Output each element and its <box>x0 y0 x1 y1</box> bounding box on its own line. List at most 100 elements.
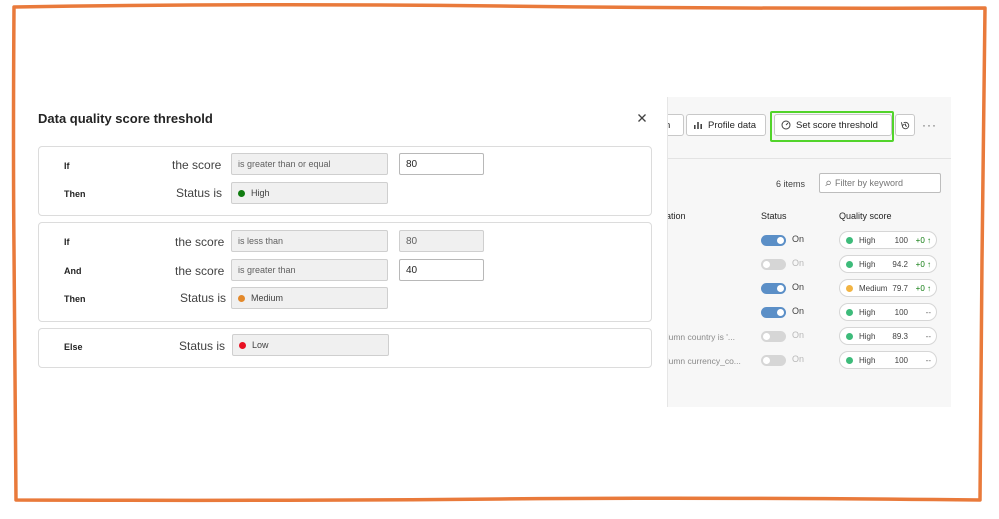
condition-text: is greater than or equal <box>238 159 331 169</box>
toggle-label: On <box>792 330 805 340</box>
status-text: Low <box>252 340 269 350</box>
score-trend: -- <box>925 308 931 317</box>
quality-score-badge: High 89.3 -- <box>839 327 937 345</box>
status-toggle[interactable] <box>761 235 786 246</box>
rule-keyword-if: If <box>64 161 70 171</box>
condition-select[interactable]: is greater than <box>231 259 388 281</box>
toggle-knob <box>777 237 784 244</box>
quality-score-badge: High 100 +0 ↑ <box>839 231 937 249</box>
table-row[interactable]: On High 100 -- <box>668 303 951 327</box>
score-level: High <box>859 260 876 269</box>
score-level-dot-icon <box>846 261 853 268</box>
condition-select[interactable]: is less than <box>231 230 388 252</box>
status-select-medium[interactable]: Medium <box>231 287 388 309</box>
status-select-high[interactable]: High <box>231 182 388 204</box>
score-trend: +0 ↑ <box>915 236 931 245</box>
toggle-label: On <box>792 234 805 244</box>
score-value-input[interactable]: 40 <box>399 259 484 281</box>
status-dot-icon <box>238 294 245 302</box>
rule-keyword-then: Then <box>64 189 86 199</box>
table-row[interactable]: On Medium 79.7 +0 ↑ <box>668 279 951 303</box>
table-row[interactable]: On High 94.2 +0 ↑ <box>668 255 951 279</box>
score-level-dot-icon <box>846 357 853 364</box>
highlight-box <box>770 111 894 142</box>
toggle-knob <box>763 333 770 340</box>
rule-label: Status is <box>180 291 227 305</box>
rule-label: the score <box>175 264 225 278</box>
status-dot-icon <box>238 189 245 197</box>
close-button[interactable] <box>633 109 651 127</box>
toggle-label: On <box>792 354 805 364</box>
status-toggle[interactable] <box>761 355 786 366</box>
toggle-label: On <box>792 306 805 316</box>
score-value: 80 <box>406 235 418 247</box>
score-level: Medium <box>859 284 888 293</box>
score-level-dot-icon <box>846 333 853 340</box>
more-options-icon[interactable]: ··· <box>922 118 937 132</box>
items-count: 6 items <box>776 179 806 189</box>
close-icon <box>638 114 646 122</box>
score-level: High <box>859 332 876 341</box>
score-threshold-dialog: Data quality score threshold If the scor… <box>20 97 665 407</box>
score-value: 80 <box>406 158 418 170</box>
screenshot-stage: { "dialog": { "title": "Data quality sco… <box>0 0 999 519</box>
status-toggle[interactable] <box>761 331 786 342</box>
toggle-knob <box>763 357 770 364</box>
score-level-dot-icon <box>846 309 853 316</box>
column-header-quality-score[interactable]: Quality score <box>839 211 892 221</box>
score-value-input-disabled: 80 <box>399 230 484 252</box>
status-select-low[interactable]: Low <box>232 334 389 356</box>
filter-search-icon <box>825 180 831 186</box>
toolbar: n Profile data Set score threshold ··· <box>668 97 951 159</box>
rule-card-medium: If the score is less than 80 And the sco… <box>38 222 652 322</box>
rule-label: Status is <box>179 339 226 353</box>
score-trend: +0 ↑ <box>915 284 931 293</box>
status-text: High <box>251 188 270 198</box>
profile-data-button[interactable]: Profile data <box>686 114 766 136</box>
score-value: 40 <box>406 264 418 276</box>
quality-score-badge: High 100 -- <box>839 351 937 369</box>
toggle-label: On <box>792 258 805 268</box>
partial-button-label: n <box>668 120 670 131</box>
quality-score-badge: Medium 79.7 +0 ↑ <box>839 279 937 297</box>
column-header-description[interactable]: ation <box>668 211 686 221</box>
rule-card-high: If the score is greater than or equal 80… <box>38 146 652 216</box>
profile-data-label: Profile data <box>708 119 757 131</box>
score-value-input[interactable]: 80 <box>399 153 484 175</box>
status-toggle[interactable] <box>761 259 786 270</box>
score-value: 100 <box>894 236 908 245</box>
rule-card-else: Else Status is Low <box>38 328 652 368</box>
condition-select[interactable]: is greater than or equal <box>231 153 388 175</box>
bar-chart-icon <box>694 122 702 129</box>
rule-label: the score <box>175 235 225 249</box>
rule-keyword-and: And <box>64 266 82 276</box>
score-value: 94.2 <box>892 260 908 269</box>
partial-button[interactable]: n <box>668 114 684 136</box>
status-toggle[interactable] <box>761 283 786 294</box>
filter-by-keyword-input[interactable] <box>819 173 941 193</box>
status-toggle[interactable] <box>761 307 786 318</box>
condition-text: is greater than <box>238 265 296 275</box>
quality-score-badge: High 100 -- <box>839 303 937 321</box>
table-row[interactable]: olumn currency_co... On High 100 -- <box>668 351 951 375</box>
score-value: 100 <box>894 356 908 365</box>
score-level-dot-icon <box>846 237 853 244</box>
score-level: High <box>859 236 876 245</box>
score-level: High <box>859 308 876 317</box>
table-row[interactable]: olumn country is '... On High 89.3 -- <box>668 327 951 351</box>
rule-label: Status is <box>176 186 223 200</box>
score-value: 89.3 <box>892 332 908 341</box>
score-level-dot-icon <box>846 285 853 292</box>
status-text: Medium <box>251 293 284 303</box>
rule-keyword-then: Then <box>64 294 86 304</box>
rule-keyword-if: If <box>64 237 70 247</box>
toggle-label: On <box>792 282 805 292</box>
history-button[interactable] <box>895 114 915 136</box>
table-row[interactable]: On High 100 +0 ↑ <box>668 231 951 255</box>
column-header-status[interactable]: Status <box>761 211 787 221</box>
background-page: n Profile data Set score threshold ··· 6… <box>667 97 951 407</box>
status-dot-icon <box>239 341 246 349</box>
score-value: 79.7 <box>892 284 908 293</box>
history-icon <box>900 121 909 129</box>
filter-input-field[interactable] <box>835 178 935 188</box>
